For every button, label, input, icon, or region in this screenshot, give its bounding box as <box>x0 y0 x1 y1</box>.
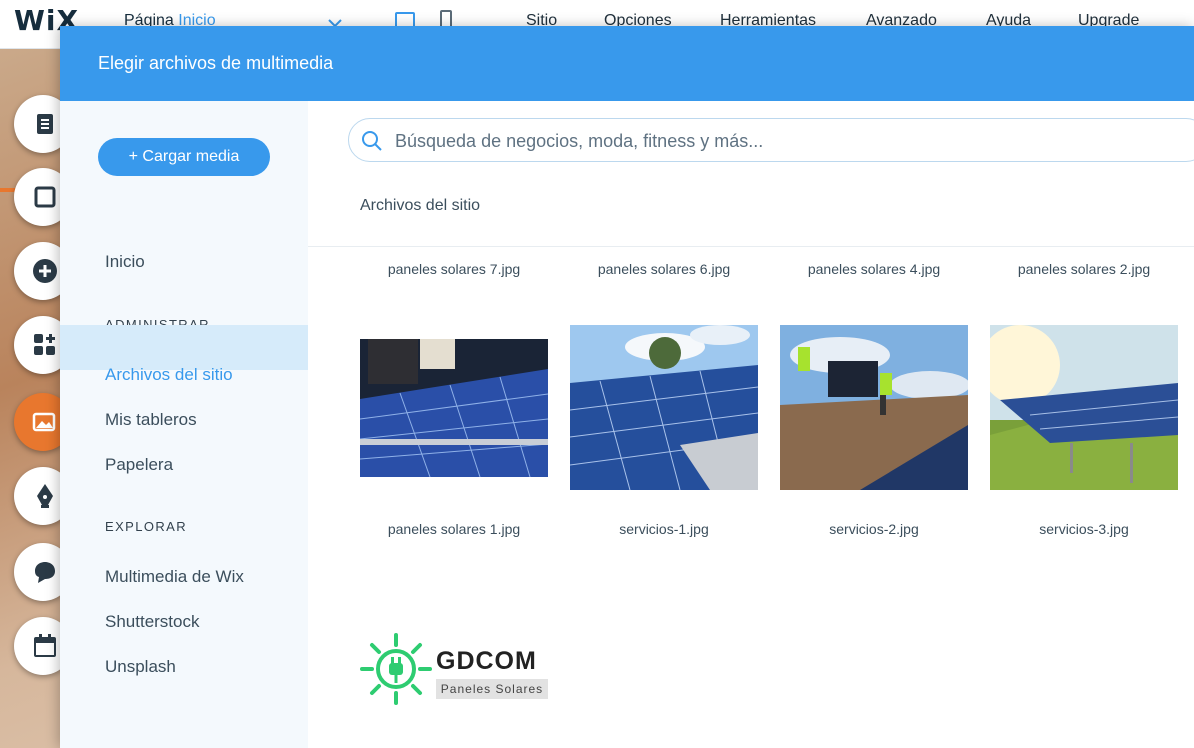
sidebar-item-shutterstock[interactable]: Shutterstock <box>105 612 200 632</box>
image-icon <box>32 412 56 432</box>
file-name[interactable]: paneles solares 4.jpg <box>774 261 974 277</box>
plus-circle-icon <box>33 259 57 283</box>
apps-icon <box>34 334 55 355</box>
square-icon <box>34 186 56 208</box>
sidebar-item-wix-media[interactable]: Multimedia de Wix <box>105 567 244 587</box>
sidebar-item-unsplash[interactable]: Unsplash <box>105 657 176 677</box>
media-sidebar: + Cargar media Inicio ADMINISTRAR Archiv… <box>60 101 308 748</box>
solar-panel-image <box>780 325 968 490</box>
section-explore-header: EXPLORAR <box>105 519 188 534</box>
media-thumbnail[interactable]: GDCOM Paneles Solares <box>360 631 548 706</box>
breadcrumb: Archivos del sitio <box>360 197 481 214</box>
sidebar-active-highlight <box>60 325 308 370</box>
logo-subtitle: Paneles Solares <box>436 679 548 699</box>
search-icon <box>362 131 382 151</box>
file-name[interactable]: servicios-1.jpg <box>564 521 764 537</box>
file-name[interactable]: servicios-3.jpg <box>984 521 1184 537</box>
file-name[interactable]: servicios-2.jpg <box>774 521 974 537</box>
logo-brand-name: GDCOM <box>436 647 537 675</box>
sidebar-item-home[interactable]: Inicio <box>105 252 145 272</box>
upload-media-button[interactable]: + Cargar media <box>98 138 270 176</box>
pages-icon <box>37 114 53 134</box>
chat-icon <box>35 562 55 583</box>
media-thumbnail[interactable] <box>990 325 1178 490</box>
sidebar-item-site-files[interactable]: Archivos del sitio <box>105 365 233 385</box>
file-name[interactable]: paneles solares 7.jpg <box>354 261 554 277</box>
media-content: Archivos del sitio paneles solares 7.jpg… <box>308 101 1194 748</box>
calendar-icon <box>34 634 56 657</box>
sidebar-item-my-boards[interactable]: Mis tableros <box>105 410 197 430</box>
media-thumbnail[interactable] <box>360 339 548 477</box>
media-manager-dialog: Elegir archivos de multimedia + Cargar m… <box>60 26 1194 748</box>
solar-panel-image <box>990 325 1178 490</box>
dialog-title: Elegir archivos de multimedia <box>98 53 334 73</box>
file-name[interactable]: paneles solares 2.jpg <box>984 261 1184 277</box>
pen-icon <box>37 484 53 508</box>
search-input[interactable] <box>393 119 1177 163</box>
plug-sun-icon <box>360 633 432 705</box>
header-divider <box>308 246 1194 247</box>
file-name[interactable]: paneles solares 1.jpg <box>354 521 554 537</box>
sidebar-item-trash[interactable]: Papelera <box>105 455 173 475</box>
dialog-header: Elegir archivos de multimedia <box>60 26 1194 101</box>
media-thumbnail[interactable] <box>570 325 758 490</box>
file-name[interactable]: paneles solares 6.jpg <box>564 261 764 277</box>
solar-panel-image <box>360 339 548 477</box>
search-bar[interactable] <box>348 118 1194 163</box>
solar-panel-image <box>570 325 758 490</box>
media-thumbnail[interactable] <box>780 325 968 490</box>
